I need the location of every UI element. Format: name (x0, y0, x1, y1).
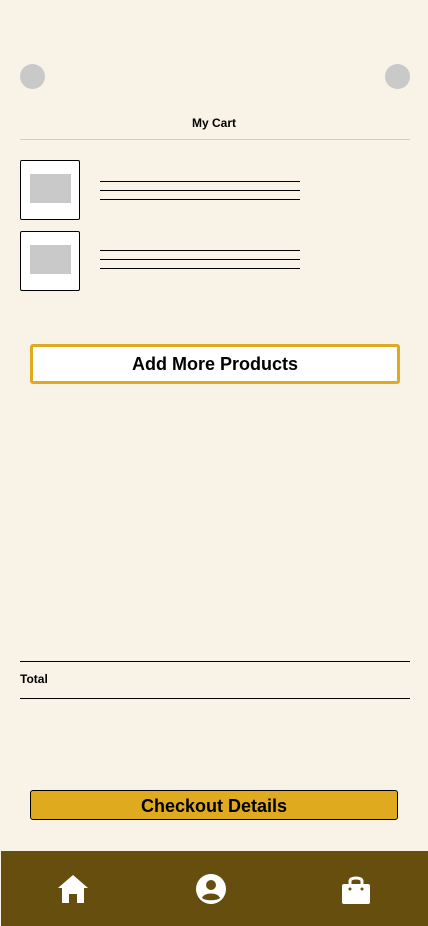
image-placeholder-icon (30, 245, 71, 274)
product-details-placeholder (100, 181, 300, 208)
text-line-placeholder (100, 190, 300, 191)
shopping-bag-icon (342, 876, 370, 904)
page-title: My Cart (191, 116, 236, 130)
nav-profile[interactable] (191, 869, 231, 909)
back-button[interactable] (20, 64, 45, 89)
text-line-placeholder (100, 181, 300, 182)
add-more-products-button[interactable]: Add More Products (30, 344, 400, 384)
menu-button[interactable] (385, 64, 410, 89)
product-details-placeholder (100, 250, 300, 277)
total-divider-bottom (20, 698, 410, 699)
text-line-placeholder (100, 199, 300, 200)
cart-item[interactable] (20, 160, 410, 220)
total-divider-top (20, 661, 410, 662)
text-line-placeholder (100, 259, 300, 260)
cart-item[interactable] (20, 231, 410, 291)
total-label: Total (20, 672, 48, 686)
checkout-details-button[interactable]: Checkout Details (30, 790, 398, 820)
title-divider (20, 139, 410, 140)
home-icon (58, 875, 88, 903)
text-line-placeholder (100, 250, 300, 251)
nav-cart[interactable] (336, 869, 376, 909)
text-line-placeholder (100, 268, 300, 269)
profile-icon (196, 874, 226, 904)
nav-home[interactable] (53, 869, 93, 909)
bottom-navigation (1, 851, 428, 926)
product-thumbnail (20, 231, 80, 291)
product-thumbnail (20, 160, 80, 220)
image-placeholder-icon (30, 174, 71, 203)
